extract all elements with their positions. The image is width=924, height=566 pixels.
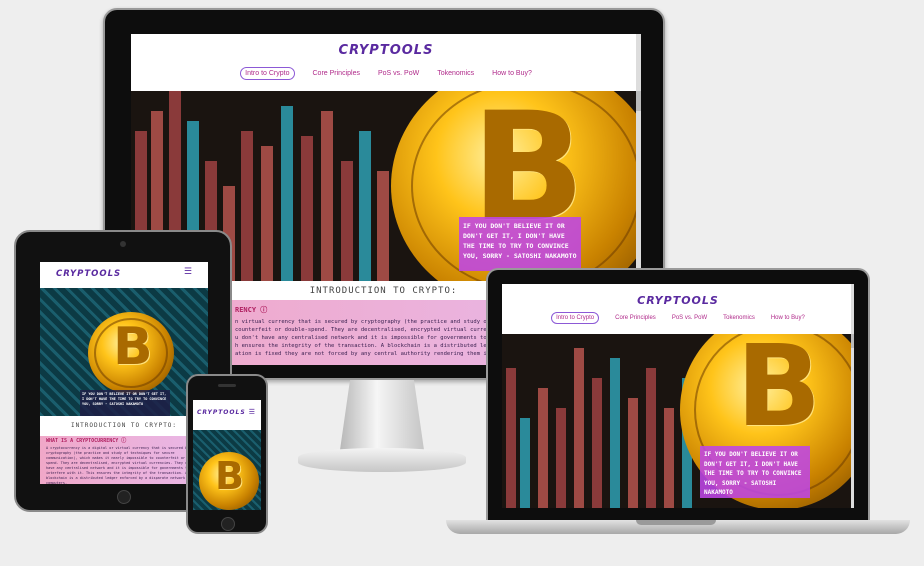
tablet-site: CRYPTOOLS ☰ B IF YOU DON'T BELIEVE IT OR… (40, 262, 208, 484)
phone-bitcoin-icon: B (199, 452, 259, 510)
monitor-stand (340, 380, 424, 450)
nav-how-to-buy[interactable]: How to Buy? (492, 70, 532, 77)
nav-pos-vs-pow[interactable]: PoS vs. PoW (378, 70, 419, 77)
tablet-intro-card: WHAT IS A CRYPTOCURRENCY ⓘ A cryptocurre… (40, 436, 208, 484)
phone-hamburger-icon[interactable]: ☰ (249, 408, 255, 416)
laptop-nav: Intro to Crypto Core Principles PoS vs. … (502, 311, 854, 325)
hamburger-menu-icon[interactable]: ☰ (184, 267, 192, 277)
laptop-site: CRYPTOOLS Intro to Crypto Core Principle… (502, 284, 854, 508)
laptop-hero-image: B IF YOU DON'T BELIEVE IT OR DON'T GET I… (502, 334, 851, 508)
laptop-logo[interactable]: CRYPTOOLS (502, 294, 854, 307)
site-logo[interactable]: CRYPTOOLS (131, 43, 641, 58)
nav-core-principles[interactable]: Core Principles (313, 70, 360, 77)
laptop-nav-how-to-buy[interactable]: How to Buy? (771, 315, 805, 321)
phone-logo[interactable]: CRYPTOOLS (197, 409, 246, 416)
laptop-nav-intro-to-crypto[interactable]: Intro to Crypto (551, 312, 600, 324)
laptop-nav-core-principles[interactable]: Core Principles (615, 315, 656, 321)
tablet-hero-quote: IF YOU DON'T BELIEVE IT OR DON'T GET IT,… (80, 390, 170, 416)
site-nav: Intro to Crypto Core Principles PoS vs. … (131, 65, 641, 81)
tablet-logo[interactable]: CRYPTOOLS (56, 269, 121, 279)
nav-intro-to-crypto[interactable]: Intro to Crypto (240, 66, 295, 80)
phone-site: CRYPTOOLS ☰ B (193, 400, 261, 510)
laptop-nav-tokenomics[interactable]: Tokenomics (723, 315, 755, 321)
phone-hero-image: B (193, 430, 261, 510)
tablet-section-title: INTRODUCTION TO CRYPTO: (70, 422, 178, 429)
tablet-bitcoin-icon: B (88, 312, 174, 394)
tablet-hero-image: B IF YOU DON'T BELIEVE IT OR DON'T GET I… (40, 288, 208, 416)
laptop: CRYPTOOLS Intro to Crypto Core Principle… (486, 268, 870, 528)
laptop-scrollbar[interactable] (851, 284, 854, 508)
phone: CRYPTOOLS ☰ B (186, 374, 268, 534)
laptop-hero-quote: IF YOU DON'T BELIEVE IT OR DON'T GET IT,… (700, 446, 810, 498)
hero-quote: IF YOU DON'T BELIEVE IT OR DON'T GET IT,… (459, 217, 581, 271)
nav-tokenomics[interactable]: Tokenomics (437, 70, 474, 77)
monitor-base (298, 448, 466, 472)
laptop-nav-pos-vs-pow[interactable]: PoS vs. PoW (672, 315, 707, 321)
